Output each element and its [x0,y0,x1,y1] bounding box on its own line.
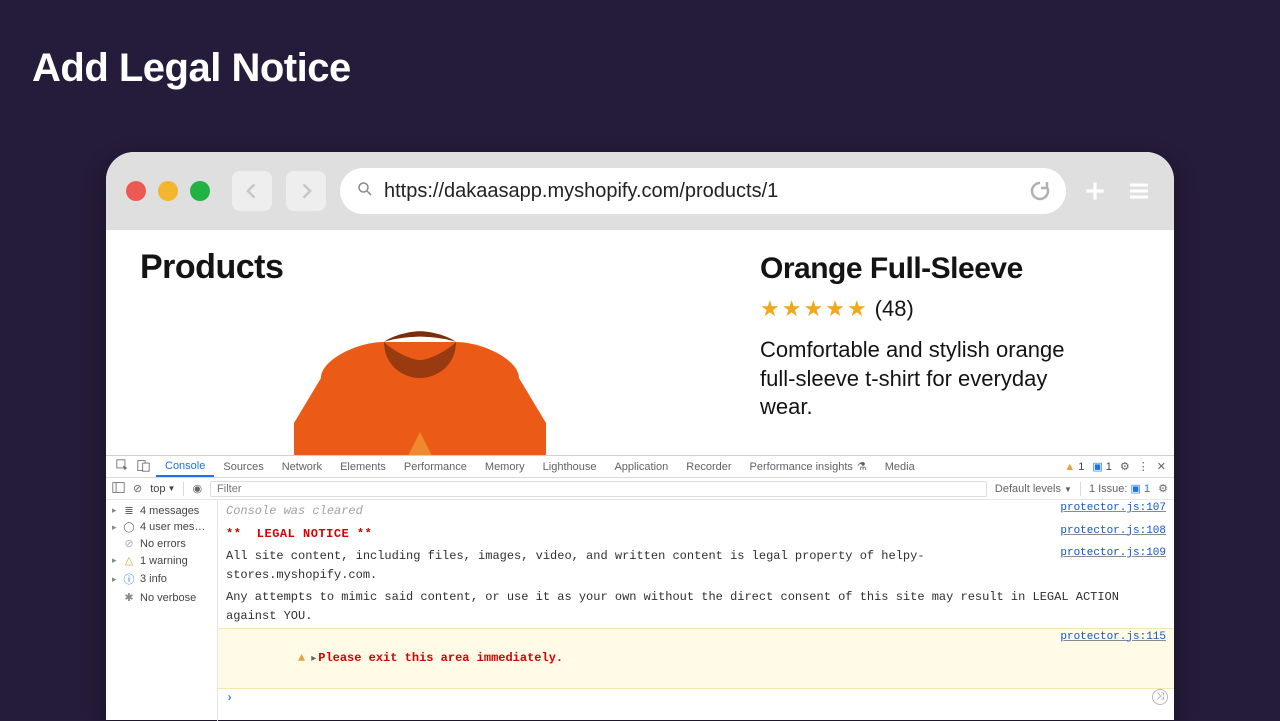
tab-network[interactable]: Network [273,456,331,477]
filter-input[interactable] [210,481,987,497]
issues-link[interactable]: 1 Issue: ▣ 1 [1089,482,1150,495]
window-close-icon[interactable] [126,181,146,201]
tab-sources[interactable]: Sources [214,456,272,477]
sidebar-user-messages[interactable]: ▸4 user mes… [106,519,217,535]
star-icon: ★ [782,296,802,322]
sidebar-info[interactable]: ▸3 info [106,569,217,589]
tab-lighthouse[interactable]: Lighthouse [534,456,606,477]
nav-back-button[interactable] [232,171,272,211]
page-content: Products Orange Full-Sleeve ★ ★ ★ ★ ★ [106,230,1174,462]
legal-notice-body-2: Any attempts to mimic said content, or u… [226,588,1166,625]
product-details: Orange Full-Sleeve ★ ★ ★ ★ ★ (48) Comfor… [760,248,1144,462]
url-text: https://dakaasapp.myshopify.com/products… [384,180,1014,203]
star-icon: ★ [825,296,845,322]
devtools-tabs: Console Sources Network Elements Perform… [106,456,1174,478]
clear-console-icon[interactable]: ⊘ [133,482,142,495]
close-icon[interactable]: ✕ [1157,460,1166,473]
live-expr-icon[interactable]: ◉ [192,482,202,495]
device-icon[interactable] [137,459,150,475]
window-controls [126,181,210,201]
warnings-badge[interactable]: ▲1 [1064,461,1084,473]
product-description: Comfortable and stylish orange full-slee… [760,336,1100,422]
rating-count: (48) [875,296,914,322]
sidebar-warnings[interactable]: ▸1 warning [106,552,217,569]
new-tab-button[interactable] [1080,178,1110,204]
console-warning: ▲▸Please exit this area immediately. [226,631,1048,687]
chevron-down-icon: ▼ [168,484,176,493]
star-icon: ★ [847,296,867,322]
scroll-handle-icon[interactable]: ⤨ [1152,689,1168,705]
rating-row: ★ ★ ★ ★ ★ (48) [760,296,1144,322]
legal-notice-body-1: All site content, including files, image… [226,547,1048,584]
source-link[interactable]: protector.js:115 [1048,631,1166,643]
tab-elements[interactable]: Elements [331,456,395,477]
source-link[interactable]: protector.js:107 [1048,502,1166,514]
console-output: Console was cleared protector.js:107 ** … [218,500,1174,721]
window-minimize-icon[interactable] [158,181,178,201]
legal-notice-heading: ** LEGAL NOTICE ** [226,525,1048,544]
sidebar-toggle-icon[interactable] [112,481,125,497]
levels-selector[interactable]: Default levels ▼ [995,483,1072,495]
url-bar[interactable]: https://dakaasapp.myshopify.com/products… [340,168,1066,214]
sidebar-errors[interactable]: No errors [106,535,217,552]
console-prompt-icon: › [226,691,233,705]
nav-forward-button[interactable] [286,171,326,211]
tab-media[interactable]: Media [876,456,924,477]
browser-toolbar: https://dakaasapp.myshopify.com/products… [106,152,1174,230]
window-maximize-icon[interactable] [190,181,210,201]
menu-button[interactable] [1124,179,1154,203]
console-settings-icon[interactable]: ⚙ [1158,482,1168,495]
warning-icon: ▲ [298,651,305,665]
info-badge[interactable]: ▣1 [1092,460,1112,473]
sidebar-verbose[interactable]: No verbose [106,589,217,606]
tab-application[interactable]: Application [605,456,677,477]
devtools-panel: Console Sources Network Elements Perform… [106,455,1174,720]
more-icon[interactable]: ⋮ [1138,460,1149,473]
tab-console[interactable]: Console [156,456,214,477]
reload-button[interactable] [1024,175,1056,207]
source-link[interactable]: protector.js:109 [1048,547,1166,559]
star-icon: ★ [803,296,823,322]
sidebar-messages[interactable]: ▸4 messages [106,502,217,519]
tab-performance-insights[interactable]: Performance insights ⚗ [741,456,876,477]
page-title: Add Legal Notice [32,46,351,91]
tab-memory[interactable]: Memory [476,456,534,477]
star-rating: ★ ★ ★ ★ ★ [760,296,867,322]
console-cleared: Console was cleared [226,502,1048,521]
products-heading: Products [140,248,700,287]
search-icon [356,180,374,203]
inspect-icon[interactable] [116,459,129,475]
source-link[interactable]: protector.js:108 [1048,525,1166,537]
star-icon: ★ [760,296,780,322]
tab-recorder[interactable]: Recorder [677,456,740,477]
tab-performance[interactable]: Performance [395,456,476,477]
settings-icon[interactable]: ⚙ [1120,460,1130,473]
console-filter-bar: ⊘ top ▼ ◉ Default levels ▼ 1 Issue: ▣ 1 … [106,478,1174,500]
context-selector[interactable]: top ▼ [150,483,175,495]
product-title: Orange Full-Sleeve [760,252,1144,286]
flask-icon: ⚗ [857,460,867,473]
console-sidebar: ▸4 messages ▸4 user mes… No errors ▸1 wa… [106,500,218,721]
product-image [140,297,700,462]
